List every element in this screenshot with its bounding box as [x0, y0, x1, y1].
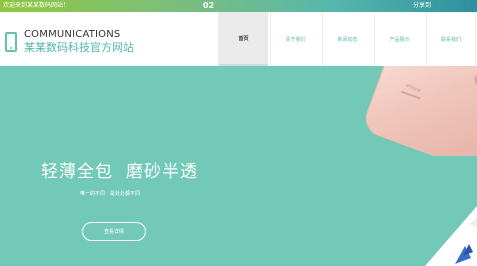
- main-nav: 首页 关于我们 新闻动态 产品展示 联系我们: [218, 12, 477, 66]
- hero-subtitle: 唯一的不同 是处处都不同: [80, 191, 141, 197]
- top-bar: 欢迎来到某某数码网站！ 02 分享到: [0, 0, 477, 12]
- view-details-button[interactable]: 查看详情: [82, 222, 146, 241]
- brand-name-en[interactable]: COMMUNICATIONS: [24, 29, 120, 41]
- nav-item-news[interactable]: 新闻动态: [322, 12, 372, 66]
- brand-name-cn[interactable]: 某某数码科技官方网站: [24, 41, 134, 55]
- nav-item-about[interactable]: 关于我们: [270, 12, 320, 66]
- share-link[interactable]: 分享到: [413, 1, 431, 11]
- hero-banner: iPhone 轻薄全包 磨砂半透 唯一的不同 是处处都不同 查看详情: [0, 66, 477, 266]
- nav-item-products[interactable]: 产品展示: [374, 12, 424, 66]
- slide-number: 02: [203, 1, 215, 10]
- phone-icon[interactable]: [5, 32, 17, 52]
- corner-decoration: [425, 206, 477, 266]
- nav-item-home[interactable]: 首页: [218, 12, 268, 66]
- site-header: COMMUNICATIONS 某某数码科技官方网站 首页 关于我们 新闻动态 产…: [0, 12, 477, 66]
- welcome-text: 欢迎来到某某数码网站！: [3, 2, 70, 9]
- slogan-part-2: 磨砂半透: [126, 162, 198, 182]
- nav-item-contact[interactable]: 联系我们: [426, 12, 476, 66]
- iphone-image: iPhone: [365, 66, 477, 156]
- slogan-part-1: 轻薄全包: [41, 162, 113, 182]
- hero-slogan: 轻薄全包 磨砂半透: [41, 162, 198, 182]
